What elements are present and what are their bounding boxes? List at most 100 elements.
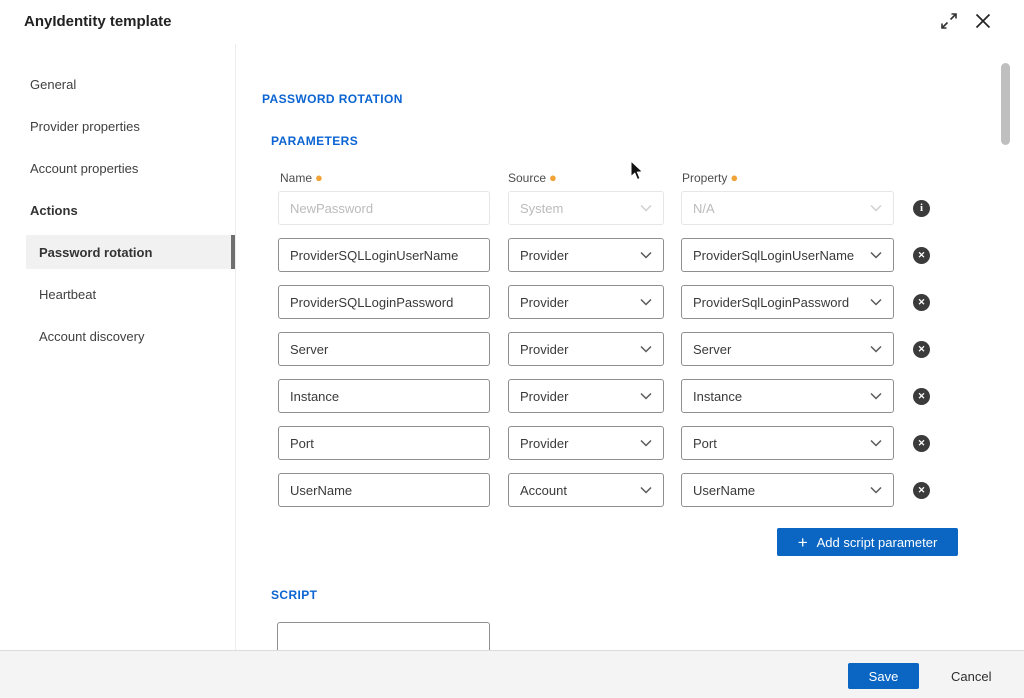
section-title-script: SCRIPT — [271, 588, 317, 602]
add-script-parameter-button[interactable]: + Add script parameter — [777, 528, 958, 556]
anyidentity-template-modal: AnyIdentity template General Provider pr… — [0, 0, 1024, 698]
parameter-row: Provider ProviderSqlLoginUserName ✕ — [278, 238, 930, 272]
sidebar-item-label: Password rotation — [39, 245, 152, 260]
save-button[interactable]: Save — [848, 663, 919, 689]
chevron-down-icon — [640, 251, 652, 259]
modal-title: AnyIdentity template — [24, 0, 172, 44]
parameter-source-select[interactable]: Provider — [508, 285, 664, 319]
column-header-source: Source● — [508, 170, 557, 185]
selected-source-value: Provider — [520, 389, 568, 404]
parameter-name-input[interactable] — [278, 473, 490, 507]
parameter-source-select[interactable]: Account — [508, 473, 664, 507]
sidebar: General Provider properties Account prop… — [0, 44, 236, 650]
parameter-name-input[interactable] — [278, 426, 490, 460]
chevron-down-icon — [640, 345, 652, 353]
plus-icon: + — [798, 534, 808, 551]
remove-parameter-button[interactable]: ✕ — [913, 388, 930, 405]
modal-header: AnyIdentity template — [0, 0, 1024, 45]
parameter-source-select[interactable]: Provider — [508, 332, 664, 366]
selected-property-value: UserName — [693, 483, 755, 498]
parameter-source-select[interactable]: Provider — [508, 379, 664, 413]
chevron-down-icon — [640, 204, 652, 212]
parameter-row: System N/A i — [278, 191, 930, 225]
chevron-down-icon — [870, 204, 882, 212]
chevron-down-icon — [640, 486, 652, 494]
selected-source-value: Provider — [520, 342, 568, 357]
chevron-down-icon — [870, 392, 882, 400]
close-button[interactable] — [971, 10, 995, 34]
parameters-table: System N/A i Provider ProviderSqlLoginUs… — [278, 191, 930, 520]
section-title-password-rotation: PASSWORD ROTATION — [262, 92, 403, 106]
section-title-parameters: PARAMETERS — [271, 134, 358, 148]
remove-parameter-button[interactable]: ✕ — [913, 294, 930, 311]
sidebar-item-label: General — [30, 77, 76, 92]
parameter-property-select[interactable]: UserName — [681, 473, 894, 507]
required-dot: ● — [730, 170, 738, 185]
parameter-name-input[interactable] — [278, 332, 490, 366]
sidebar-item-label: Account properties — [30, 161, 138, 176]
parameter-name-input[interactable] — [278, 191, 490, 225]
selected-property-value: ProviderSqlLoginUserName — [693, 248, 854, 263]
cancel-button[interactable]: Cancel — [945, 663, 997, 689]
sidebar-item-account-discovery[interactable]: Account discovery — [26, 319, 235, 353]
sidebar-item-password-rotation[interactable]: Password rotation — [26, 235, 235, 269]
parameter-row: Provider Server ✕ — [278, 332, 930, 366]
chevron-down-icon — [640, 439, 652, 447]
selected-source-value: Provider — [520, 436, 568, 451]
parameter-source-select[interactable]: System — [508, 191, 664, 225]
sidebar-item-account-properties[interactable]: Account properties — [26, 151, 235, 185]
chevron-down-icon — [870, 251, 882, 259]
modal-footer: Save Cancel — [0, 650, 1024, 698]
chevron-down-icon — [640, 298, 652, 306]
chevron-down-icon — [870, 345, 882, 353]
selected-property-value: Instance — [693, 389, 742, 404]
parameter-row: Account UserName ✕ — [278, 473, 930, 507]
remove-parameter-button[interactable]: ✕ — [913, 247, 930, 264]
parameter-source-select[interactable]: Provider — [508, 238, 664, 272]
sidebar-item-general[interactable]: General — [26, 67, 235, 101]
expand-button[interactable] — [937, 10, 961, 34]
parameter-property-select[interactable]: N/A — [681, 191, 894, 225]
sidebar-item-provider-properties[interactable]: Provider properties — [26, 109, 235, 143]
chevron-down-icon — [870, 486, 882, 494]
column-header-name: Name● — [280, 170, 323, 185]
chevron-down-icon — [640, 392, 652, 400]
selected-source-value: Provider — [520, 295, 568, 310]
parameter-row: Provider Port ✕ — [278, 426, 930, 460]
selected-source-value: System — [520, 201, 563, 216]
parameter-property-select[interactable]: Server — [681, 332, 894, 366]
column-header-property: Property● — [682, 170, 738, 185]
content-panel: PASSWORD ROTATION PARAMETERS Name● Sourc… — [236, 44, 1024, 650]
sidebar-item-label: Heartbeat — [39, 287, 96, 302]
parameter-source-select[interactable]: Provider — [508, 426, 664, 460]
selected-property-value: N/A — [693, 201, 715, 216]
selected-source-value: Provider — [520, 248, 568, 263]
parameter-name-input[interactable] — [278, 379, 490, 413]
parameter-name-input[interactable] — [278, 238, 490, 272]
selected-property-value: ProviderSqlLoginPassword — [693, 295, 849, 310]
mouse-cursor — [630, 160, 644, 181]
required-dot: ● — [315, 170, 323, 185]
parameter-property-select[interactable]: Port — [681, 426, 894, 460]
remove-parameter-button[interactable]: ✕ — [913, 341, 930, 358]
remove-parameter-button[interactable]: ✕ — [913, 435, 930, 452]
expand-icon — [939, 11, 959, 31]
required-dot: ● — [549, 170, 557, 185]
info-icon[interactable]: i — [913, 200, 930, 217]
parameter-property-select[interactable]: ProviderSqlLoginPassword — [681, 285, 894, 319]
scrollbar-thumb[interactable] — [1001, 63, 1010, 145]
chevron-down-icon — [870, 298, 882, 306]
parameter-row: Provider Instance ✕ — [278, 379, 930, 413]
selected-property-value: Server — [693, 342, 731, 357]
parameter-property-select[interactable]: Instance — [681, 379, 894, 413]
parameter-name-input[interactable] — [278, 285, 490, 319]
sidebar-item-label: Account discovery — [39, 329, 145, 344]
remove-parameter-button[interactable]: ✕ — [913, 482, 930, 499]
sidebar-item-actions[interactable]: Actions — [26, 193, 235, 227]
script-input[interactable] — [277, 622, 490, 650]
close-icon — [973, 11, 993, 31]
parameter-property-select[interactable]: ProviderSqlLoginUserName — [681, 238, 894, 272]
selected-source-value: Account — [520, 483, 567, 498]
chevron-down-icon — [870, 439, 882, 447]
sidebar-item-heartbeat[interactable]: Heartbeat — [26, 277, 235, 311]
